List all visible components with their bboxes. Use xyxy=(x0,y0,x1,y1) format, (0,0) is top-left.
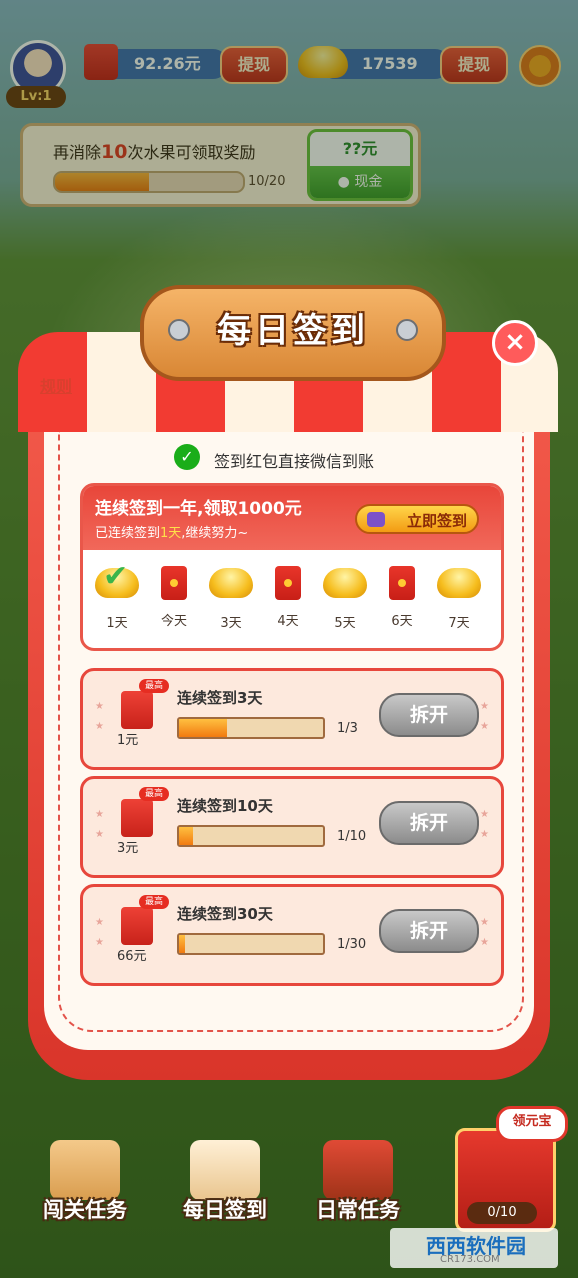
reward-progress-text: 1/3 xyxy=(337,721,358,736)
treasure-count: 0/10 xyxy=(467,1202,537,1224)
day-label: 3天 xyxy=(220,616,242,631)
day-item: 3天 xyxy=(203,566,259,631)
nav-label: 日常任务 xyxy=(316,1198,400,1222)
map-icon xyxy=(50,1140,120,1200)
open-reward-button[interactable]: 拆开 xyxy=(379,801,479,845)
reward-progress-text: 1/30 xyxy=(337,937,367,952)
star-icon: ★ xyxy=(95,917,104,928)
day-item: 5天 xyxy=(317,566,373,631)
open-reward-button[interactable]: 拆开 xyxy=(379,693,479,737)
day-label: 1天 xyxy=(106,616,128,631)
red-envelope-icon xyxy=(121,799,153,837)
star-icon: ★ xyxy=(480,721,489,732)
reward-amount: 66元 xyxy=(117,949,147,964)
nav-label: 每日签到 xyxy=(183,1198,267,1222)
nav-level-tasks[interactable]: 闯关任务 xyxy=(20,1140,150,1230)
open-reward-button[interactable]: 拆开 xyxy=(379,909,479,953)
red-envelope-icon xyxy=(121,691,153,729)
gold-ingot-icon xyxy=(203,568,259,602)
wechat-note: 签到红包直接微信到账 xyxy=(214,452,375,471)
reward-progress-bar xyxy=(177,933,325,955)
reward-amount: 1元 xyxy=(117,733,139,748)
treasure-chest-icon xyxy=(323,1140,393,1200)
wechat-check-icon: ✓ xyxy=(174,444,200,470)
gold-ingot-icon xyxy=(431,568,487,602)
calendar-icon xyxy=(190,1140,260,1200)
star-icon: ★ xyxy=(480,917,489,928)
day-label: 今天 xyxy=(160,614,187,629)
reward-progress-fill xyxy=(179,719,227,737)
nav-label: 闯关任务 xyxy=(43,1198,127,1222)
max-badge: 最高 xyxy=(139,895,169,909)
nav-daily-tasks[interactable]: 日常任务 xyxy=(293,1140,423,1230)
reward-progress-bar xyxy=(177,825,325,847)
streak-reward-row: ★ ★ ★ ★ 最高 1元 连续签到3天 1/3 拆开 xyxy=(80,668,504,770)
reward-progress-fill xyxy=(179,827,194,845)
day-label: 6天 xyxy=(391,614,413,629)
title-board: 每日签到 xyxy=(140,285,446,381)
watermark: 西西软件园 CR173.COM xyxy=(390,1228,558,1268)
red-envelope-icon xyxy=(121,907,153,945)
star-icon: ★ xyxy=(95,829,104,840)
reward-progress-text: 1/10 xyxy=(337,829,367,844)
star-icon: ★ xyxy=(95,701,104,712)
modal-title: 每日签到 xyxy=(217,311,369,351)
day-label: 5天 xyxy=(334,616,356,631)
sign-in-now-button[interactable]: 立即签到 xyxy=(355,504,479,534)
star-icon: ★ xyxy=(95,809,104,820)
reward-title: 连续签到10天 xyxy=(177,797,273,815)
day-item: 6天 xyxy=(374,566,430,629)
watermark-sub: CR173.COM xyxy=(440,1254,500,1265)
streak-reward-row: ★ ★ ★ ★ 最高 3元 连续签到10天 1/10 拆开 xyxy=(80,776,504,878)
star-icon: ★ xyxy=(95,937,104,948)
day-item: ✔ 1天 xyxy=(89,562,145,631)
day-item: 4天 xyxy=(260,566,316,629)
close-button[interactable]: × xyxy=(492,320,538,366)
video-play-icon xyxy=(367,512,385,527)
max-badge: 最高 xyxy=(139,679,169,693)
streak-reward-row: ★ ★ ★ ★ 最高 66元 连续签到30天 1/30 拆开 xyxy=(80,884,504,986)
nav-daily-signin[interactable]: 每日签到 xyxy=(160,1140,290,1230)
reward-progress-bar xyxy=(177,717,325,739)
day-item: 7天 xyxy=(431,566,487,631)
red-envelope-icon xyxy=(146,566,202,600)
treasure-badge: 领元宝 xyxy=(496,1106,568,1142)
reward-amount: 3元 xyxy=(117,841,139,856)
red-envelope-icon xyxy=(374,566,430,600)
rules-link[interactable]: 规则 xyxy=(40,373,72,397)
max-badge: 最高 xyxy=(139,787,169,801)
red-envelope-icon xyxy=(260,566,316,600)
weekly-card-header: 连续签到一年,领取1000元 已连续签到1天,继续努力~ 立即签到 xyxy=(83,486,501,550)
gold-ingot-icon xyxy=(317,568,373,602)
weekly-title: 连续签到一年,领取1000元 xyxy=(95,499,302,519)
weekly-subtitle: 已连续签到1天,继续努力~ xyxy=(95,526,249,541)
checkmark-icon: ✔ xyxy=(103,559,129,594)
star-icon: ★ xyxy=(480,937,489,948)
day-item: 今天 xyxy=(146,566,202,629)
star-icon: ★ xyxy=(480,809,489,820)
day-label: 4天 xyxy=(277,614,299,629)
weekly-signin-card: 连续签到一年,领取1000元 已连续签到1天,继续努力~ 立即签到 ✔ 1天 今天 3… xyxy=(80,483,504,651)
ingot-checked-icon: ✔ xyxy=(89,562,145,602)
star-icon: ★ xyxy=(95,721,104,732)
star-icon: ★ xyxy=(480,701,489,712)
star-icon: ★ xyxy=(480,829,489,840)
reward-progress-fill xyxy=(179,935,185,953)
day-label: 7天 xyxy=(448,616,470,631)
reward-title: 连续签到3天 xyxy=(177,689,263,707)
reward-title: 连续签到30天 xyxy=(177,905,273,923)
